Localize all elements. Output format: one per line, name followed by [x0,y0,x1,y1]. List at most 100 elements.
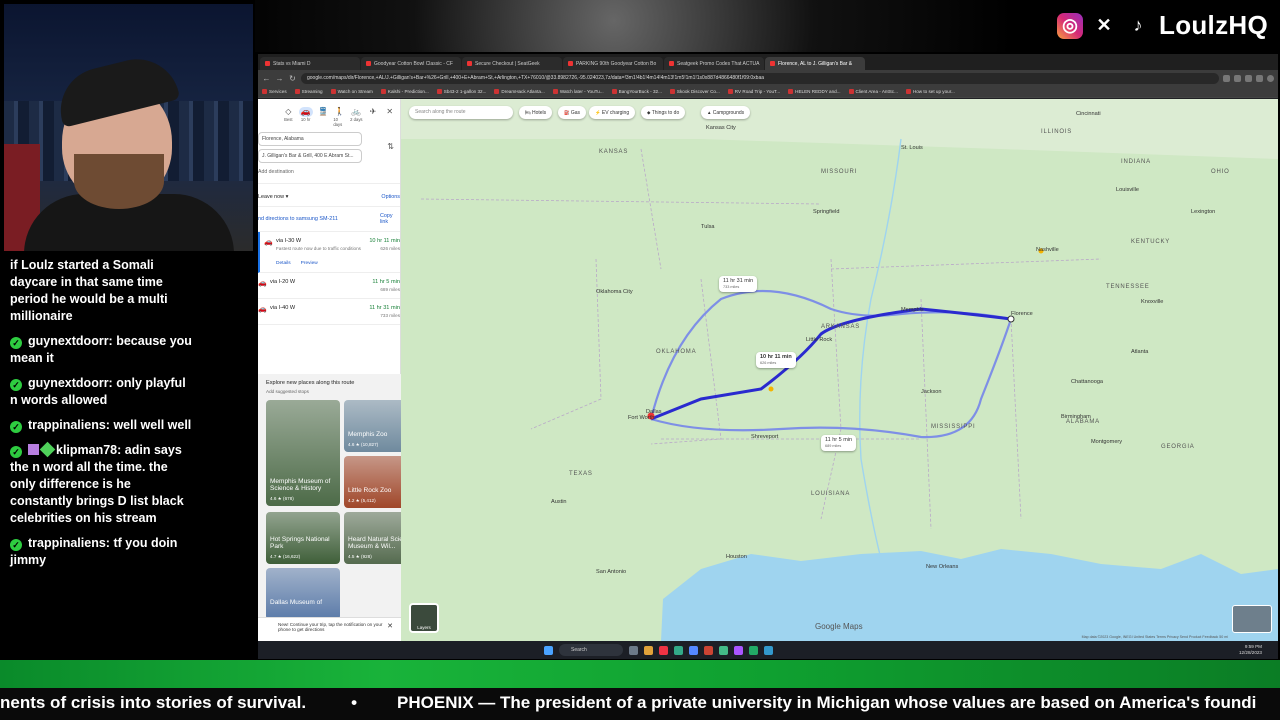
travel-mode-0[interactable]: ◇ Best [282,107,295,127]
state-label: TEXAS [569,471,593,477]
extension-icon[interactable] [1245,74,1252,82]
bookmark-item[interactable]: Skook Discover Co... [669,89,720,94]
street-view-thumbnail[interactable] [1232,605,1272,633]
travel-mode-5[interactable]: ✈ [367,107,380,127]
route-option[interactable]: 🚗 via I-40 W 11 hr 31 min 733 miles [258,299,400,325]
options-button[interactable]: Options [381,194,400,200]
chrome-icon[interactable] [719,645,728,655]
address-bar: ← → ↻ google.com/maps/dir/Florence,+AL/J… [258,70,1278,86]
add-destination[interactable]: Add destination [258,163,390,175]
bookmark-item[interactable]: Sb43-2 1-gallon 32... [436,89,486,94]
map-canvas[interactable]: Search along the route 🛏 Hotels ⛽ Gas ⚡ EV… [401,99,1278,641]
travel-mode-icon: 🚗 [298,107,313,117]
bookmark-item[interactable]: How to set up your... [905,89,955,94]
taskbar-search[interactable]: Search [559,644,623,656]
bookmark-item[interactable]: Kalshi - Prediction... [380,89,429,94]
route-label-distance: 689 miles [825,444,842,448]
browser-tab[interactable]: Goodyear Cotton Bowl Classic - CF [361,57,461,70]
app-icon[interactable] [674,645,683,655]
travel-mode-3[interactable]: 🚶 10 days [333,107,346,127]
route-time-label[interactable]: 11 hr 5 min 689 miles [821,435,857,451]
extension-icon[interactable] [1234,74,1241,82]
details-link[interactable]: Details [276,261,291,266]
app-icon[interactable] [734,645,743,655]
send-to-phone-link[interactable]: nd directions to samsung SM-211 [258,216,348,222]
state-label: KENTUCKY [1131,239,1171,245]
back-icon[interactable]: ← [262,74,271,83]
route-time-label[interactable]: 11 hr 31 min 733 miles [719,276,758,292]
bookmark-item[interactable]: Watch on Stream [330,89,373,94]
chat-message: ✓ guynextdoorr: because you mean it [4,331,198,373]
check-badge-icon: ✓ [10,446,22,458]
copy-link-button[interactable]: Copy link [380,213,400,225]
clock-date: 12/28/2023 [1239,650,1262,655]
close-icon[interactable]: ✕ [387,622,393,630]
extension-icon[interactable] [1256,74,1263,82]
map-graphic[interactable] [401,99,1278,641]
forward-icon[interactable]: → [275,74,284,83]
route-option[interactable]: 🚗 via I-30 W Fastest route now due to traf… [258,232,400,273]
car-icon: 🚗 [264,239,273,246]
app-icon[interactable] [629,645,638,655]
bookmark-item[interactable]: RV Road Trip - YouT... [727,89,780,94]
reload-icon[interactable]: ↻ [288,74,297,83]
bookmark-favicon-icon [788,89,794,94]
bookmark-item[interactable]: HELEN REDDY and... [788,89,841,94]
app-icon[interactable] [764,645,773,655]
place-card[interactable]: Hot Springs National Park 4.7 ★ (16,622) [266,512,340,564]
category-chip[interactable]: ⚡ EV charging [589,106,636,119]
bookmark-favicon-icon [727,89,733,94]
search-along-route[interactable]: Search along the route [409,106,513,119]
state-label: LOUISIANA [811,491,851,497]
place-card[interactable]: Memphis Museum of Science & History 4.6 ★… [266,400,340,506]
bookmark-item[interactable]: DreamHack Atlanta... [494,89,545,94]
browser-tab[interactable]: Florence, AL to J. Gilligan's Bar & [765,57,865,70]
place-card[interactable]: Dallas Museum of [266,568,340,620]
category-chip[interactable]: ⛽ Gas [558,106,587,119]
app-icon[interactable] [704,645,713,655]
state-label: MISSOURI [821,169,858,175]
chat-message: ✓ klipman78: adin says the n word all the… [4,440,198,533]
browser-tab[interactable]: PARKING 90th Goodyear Cotton Bo [563,57,663,70]
category-chip[interactable]: ▲ Campgrounds [701,106,751,119]
travel-mode-4[interactable]: 🚲 2 days [350,107,363,127]
app-icon[interactable] [689,645,698,655]
close-directions-icon[interactable]: ✕ [383,107,396,127]
extension-icon[interactable] [1223,74,1230,82]
browser-tab[interactable]: Stats vs Miami D [260,57,360,70]
windows-start-icon[interactable] [544,645,553,655]
bookmark-item[interactable]: Client Area - AntSc... [848,89,898,94]
browser-tab[interactable]: Seatgeek Promo Codes That ACTUA [664,57,764,70]
category-chip[interactable]: ◆ Things to do [641,106,686,119]
destination-input[interactable]: J. Gilligan's Bar & Grill, 400 E Abram S… [258,149,362,163]
bookmark-favicon-icon [494,89,500,94]
travel-mode-1[interactable]: 🚗 10 hr [298,107,313,127]
profile-icon[interactable] [1267,74,1274,82]
url-field[interactable]: google.com/maps/dir/Florence,+AL/J.+Gill… [301,72,1219,84]
tab-favicon-icon [467,61,472,66]
bookmark-item[interactable]: Streaming [294,89,323,94]
bookmark-item[interactable]: Watch later - YouTu... [552,89,604,94]
leave-now-dropdown[interactable]: Leave now ▾ [258,194,288,200]
app-icon[interactable] [749,645,758,655]
bookmark-label: HELEN REDDY and... [795,89,841,94]
route-option[interactable]: 🚗 via I-20 W 11 hr 5 min 689 miles [258,273,400,299]
city-label: Lexington [1191,209,1216,215]
chip-icon: 🛏 [525,110,532,115]
origin-input[interactable]: Florence, Alabama [258,132,362,146]
explore-subtitle[interactable]: Add suggested stops [266,389,397,394]
category-chip[interactable]: 🛏 Hotels [519,106,553,119]
bookmark-item[interactable]: BangYourBuck - 32... [611,89,662,94]
chat-username: trappinaliens: [28,418,110,432]
travel-mode-2[interactable]: 🚆 [317,107,330,127]
bookmark-item[interactable]: Services [262,89,287,94]
taskbar-clock: 9:59 PM 12/28/2023 [1239,644,1262,656]
route-time-label[interactable]: 10 hr 11 min 626 miles [756,352,796,368]
layers-button[interactable]: Layers [409,603,439,633]
preview-link[interactable]: Preview [301,261,318,266]
travel-mode-icon: ✈ [369,107,377,116]
app-icon[interactable] [659,645,668,655]
swap-icon[interactable]: ⇅ [387,142,394,151]
folder-icon[interactable] [644,645,653,655]
browser-tab[interactable]: Secure Checkout | SeatGeek [462,57,562,70]
